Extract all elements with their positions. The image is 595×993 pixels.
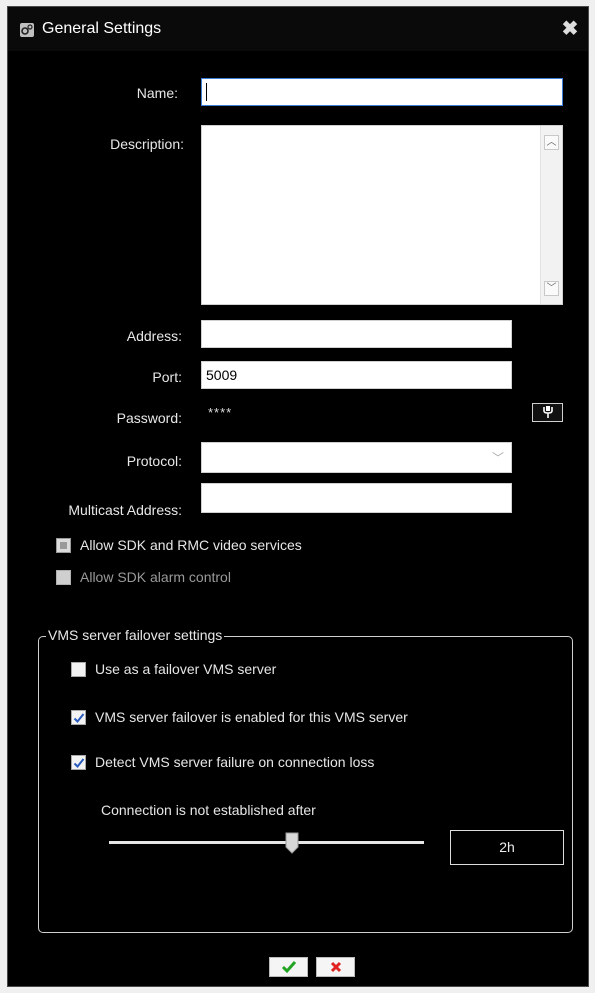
cross-icon [330, 961, 341, 973]
cancel-button[interactable] [316, 957, 355, 977]
connection-timeout-label: Connection is not established after [101, 802, 316, 818]
checkmark-icon [73, 713, 85, 723]
title-bar: General Settings ✖ [8, 7, 588, 51]
password-label: Password: [116, 410, 182, 426]
port-label: Port: [152, 369, 182, 385]
dialog-title: General Settings [42, 20, 162, 37]
name-field[interactable] [201, 78, 563, 106]
description-label: Description: [110, 136, 184, 152]
failover-group-title: VMS server failover settings [46, 627, 225, 643]
close-icon[interactable]: ✖ [560, 19, 580, 39]
password-value: **** [208, 405, 233, 420]
failover-settings-group: VMS server failover settings Use as a fa… [38, 627, 573, 933]
allow-sdk-rmc-label: Allow SDK and RMC video services [80, 537, 302, 553]
ok-button[interactable] [269, 957, 308, 977]
allow-sdk-rmc-checkbox[interactable] [56, 538, 71, 553]
key-icon [542, 406, 553, 422]
description-textarea[interactable]: ︿ ﹀ [201, 125, 563, 305]
failover-enabled-label: VMS server failover is enabled for this … [95, 709, 408, 725]
multicast-address-input[interactable] [202, 484, 511, 512]
detect-failure-label: Detect VMS server failure on connection … [95, 754, 375, 770]
connection-timeout-slider-thumb[interactable] [285, 832, 299, 854]
scroll-up-icon[interactable]: ︿ [544, 135, 559, 150]
failover-enabled-checkbox[interactable] [71, 710, 86, 725]
port-field[interactable] [201, 361, 512, 389]
address-label: Address: [126, 328, 182, 344]
name-input[interactable] [202, 79, 562, 105]
name-label: Name: [136, 85, 178, 101]
password-edit-button[interactable] [532, 403, 563, 422]
multicast-address-label: Multicast Address: [68, 502, 182, 518]
use-failover-label: Use as a failover VMS server [95, 661, 277, 677]
address-input[interactable] [202, 321, 511, 347]
checkmark-icon [73, 758, 85, 768]
description-scrollbar[interactable]: ︿ ﹀ [540, 126, 562, 304]
checkmark-icon [281, 961, 296, 974]
connection-timeout-value: 2h [450, 830, 564, 865]
use-failover-checkbox[interactable] [71, 662, 86, 677]
connection-timeout-slider-track[interactable] [109, 841, 424, 844]
allow-sdk-alarm-checkbox [56, 570, 71, 585]
scroll-down-icon[interactable]: ﹀ [544, 281, 559, 296]
protocol-selected [202, 449, 206, 465]
protocol-label: Protocol: [126, 453, 182, 469]
general-settings-dialog: General Settings ✖ Name: Description: ︿ … [7, 6, 589, 987]
allow-sdk-alarm-label: Allow SDK alarm control [80, 569, 231, 585]
port-input[interactable] [202, 362, 511, 388]
chevron-down-icon: ﹀ [491, 451, 504, 465]
protocol-dropdown[interactable]: ﹀ [201, 442, 512, 473]
text-caret [206, 83, 207, 101]
multicast-address-field[interactable] [201, 483, 512, 513]
detect-failure-checkbox[interactable] [71, 755, 86, 770]
gear-icon [20, 23, 34, 37]
address-field[interactable] [201, 320, 512, 348]
